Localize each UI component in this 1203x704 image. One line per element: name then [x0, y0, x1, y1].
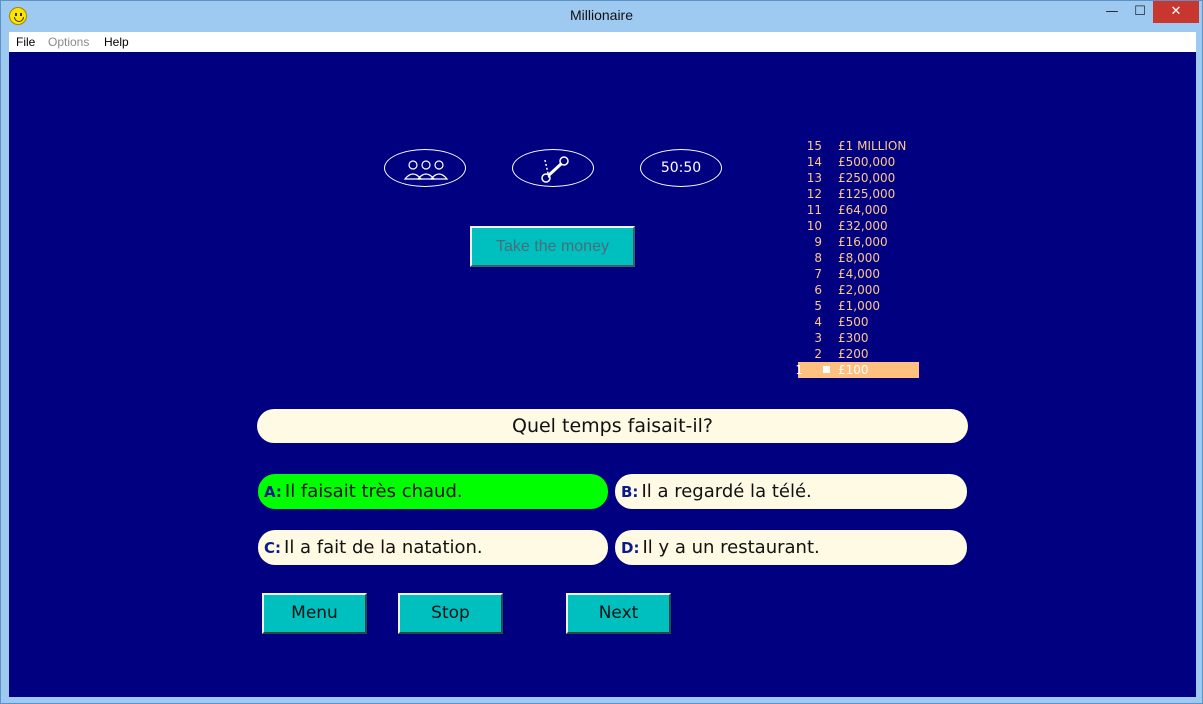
ladder-level: 10: [806, 219, 822, 233]
minimize-button[interactable]: —: [1099, 1, 1125, 23]
ladder-amount: £32,000: [838, 219, 888, 233]
ladder-level: 6: [814, 283, 822, 297]
game-stage: 50:50 Take the money 15 £1 MILLION 14 £500,…: [9, 52, 1196, 697]
window-title: Millionaire: [569, 7, 634, 23]
ladder-row: 13 £250,000: [798, 170, 938, 186]
next-button[interactable]: Next: [566, 593, 671, 634]
question-text: Quel temps faisait-il?: [257, 409, 968, 443]
take-the-money-button[interactable]: Take the money: [470, 226, 635, 267]
answer-c-button[interactable]: C: Il a fait de la natation.: [258, 530, 608, 565]
ladder-row: 7 £4,000: [798, 266, 938, 282]
stop-button[interactable]: Stop: [398, 593, 503, 634]
ladder-row: 3 £300: [798, 330, 938, 346]
answer-a-text: Il faisait très chaud.: [284, 481, 463, 502]
ladder-level: 7: [814, 267, 822, 281]
ladder-amount: £100: [838, 363, 869, 377]
ladder-amount: £125,000: [838, 187, 896, 201]
fifty-fifty-button[interactable]: 50:50: [640, 149, 722, 187]
ladder-row: 5 £1,000: [798, 298, 938, 314]
ladder-level: 3: [814, 331, 822, 345]
ladder-level: 8: [814, 251, 822, 265]
title-bar[interactable]: Millionaire — ☐ ✕: [1, 1, 1202, 32]
ladder-row: 10 £32,000: [798, 218, 938, 234]
ladder-amount: £16,000: [838, 235, 888, 249]
phone-icon: [541, 156, 569, 183]
ladder-amount: £300: [838, 331, 869, 345]
menu-options[interactable]: Options: [48, 35, 89, 49]
app-window: Millionaire — ☐ ✕ File Options Help 50:5…: [0, 0, 1203, 704]
answer-b-text: Il a regardé la télé.: [641, 481, 812, 502]
answer-d-letter: D:: [621, 539, 640, 557]
ladder-amount: £1,000: [838, 299, 880, 313]
ladder-level: 11: [806, 203, 822, 217]
money-ladder: 15 £1 MILLION 14 £500,000 13 £250,000 12 £125,0…: [795, 138, 938, 378]
ladder-level: 9: [814, 235, 822, 249]
ladder-amount: £1 MILLION: [838, 139, 907, 153]
ladder-level: 13: [806, 171, 822, 185]
ladder-amount: £4,000: [838, 267, 880, 281]
answer-d-text: Il y a un restaurant.: [642, 537, 820, 558]
ladder-amount: £200: [838, 347, 869, 361]
ladder-amount: £250,000: [838, 171, 896, 185]
menu-file[interactable]: File: [16, 35, 35, 49]
ladder-row: 9 £16,000: [798, 234, 938, 250]
menu-help[interactable]: Help: [104, 35, 129, 49]
menu-bar: File Options Help: [9, 32, 1196, 52]
ladder-row: 11 £64,000: [798, 202, 938, 218]
ladder-level: 1: [795, 363, 803, 377]
ladder-amount: £8,000: [838, 251, 880, 265]
ladder-level: 14: [806, 155, 822, 169]
current-level-marker: [823, 366, 830, 373]
answer-b-letter: B:: [621, 483, 639, 501]
ladder-row: 15 £1 MILLION: [798, 138, 938, 154]
answer-b-button[interactable]: B: Il a regardé la télé.: [615, 474, 967, 509]
ladder-amount: £500,000: [838, 155, 896, 169]
ladder-row: 1 £100: [795, 362, 919, 378]
answer-a-button[interactable]: A: Il faisait très chaud.: [258, 474, 608, 509]
ladder-level: 15: [806, 139, 822, 153]
ladder-row: 8 £8,000: [798, 250, 938, 266]
maximize-button[interactable]: ☐: [1127, 1, 1153, 23]
ladder-amount: £64,000: [838, 203, 888, 217]
close-button[interactable]: ✕: [1153, 1, 1199, 23]
ask-audience-button[interactable]: [384, 149, 466, 187]
answer-c-letter: C:: [264, 539, 282, 557]
audience-icon: [403, 160, 449, 180]
menu-button[interactable]: Menu: [262, 593, 367, 634]
answer-a-letter: A:: [264, 483, 282, 501]
ladder-level: 4: [814, 315, 822, 329]
ladder-row: 2 £200: [798, 346, 938, 362]
ladder-level: 12: [806, 187, 822, 201]
answer-d-button[interactable]: D: Il y a un restaurant.: [615, 530, 967, 565]
phone-a-friend-button[interactable]: [512, 149, 594, 187]
ladder-row: 6 £2,000: [798, 282, 938, 298]
ladder-level: 5: [814, 299, 822, 313]
ladder-row: 4 £500: [798, 314, 938, 330]
ladder-amount: £500: [838, 315, 869, 329]
answer-c-text: Il a fait de la natation.: [284, 537, 483, 558]
ladder-level: 2: [814, 347, 822, 361]
ladder-row: 14 £500,000: [798, 154, 938, 170]
ladder-row: 12 £125,000: [798, 186, 938, 202]
ladder-amount: £2,000: [838, 283, 880, 297]
